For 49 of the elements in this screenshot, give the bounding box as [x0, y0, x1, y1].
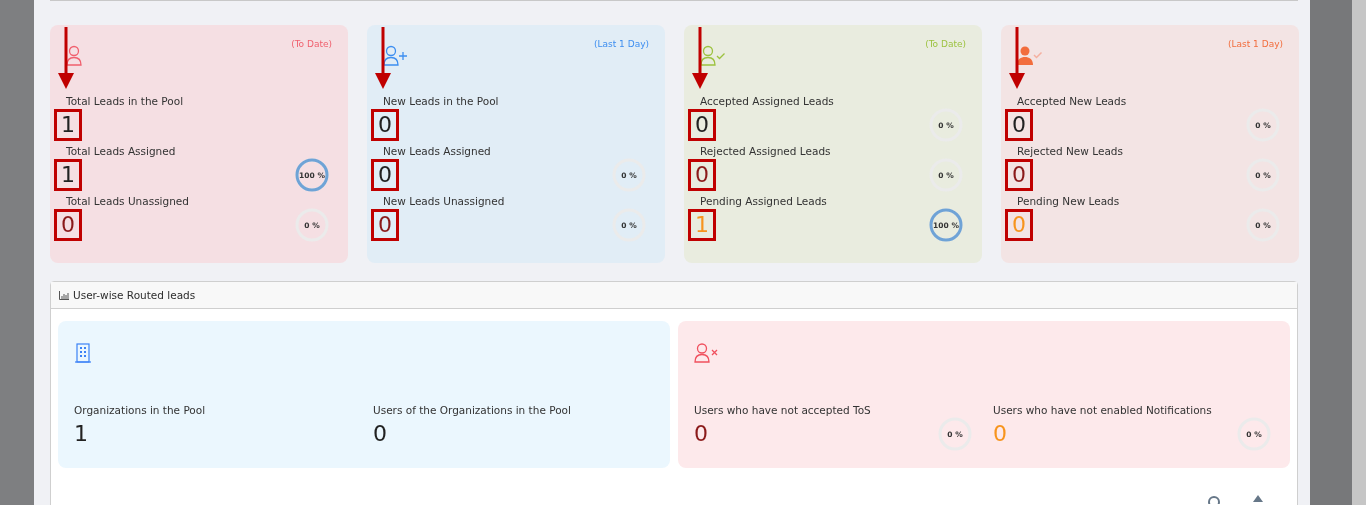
metric-label: New Leads Unassigned [383, 195, 505, 207]
metric-label: Accepted New Leads [1017, 95, 1127, 107]
annotation-arrow [58, 27, 74, 89]
metric-label: Total Leads Unassigned [66, 195, 189, 207]
metric-value: 0 [688, 159, 716, 191]
annotation-arrow [1009, 27, 1025, 89]
building-icon [74, 343, 92, 363]
period-label: (To Date) [925, 39, 966, 49]
metric-label: New Leads Assigned [383, 145, 491, 157]
metric-label: Total Leads Assigned [66, 145, 176, 157]
person-check-icon [1017, 45, 1043, 66]
annotation-arrow [692, 27, 708, 89]
metric-value: 0 [694, 420, 708, 448]
annotation-arrow [375, 27, 391, 89]
metric-value: 0 [373, 420, 387, 448]
person-x-icon [694, 343, 720, 363]
metric-value: 0 [993, 420, 1007, 448]
panel-title: User-wise Routed leads [73, 289, 196, 301]
metric-value: 1 [54, 159, 82, 191]
metric-value: 0 [1005, 159, 1033, 191]
metric-label: Users who have not accepted ToS [694, 404, 871, 416]
metric-value: 0 [54, 209, 82, 241]
period-label: (To Date) [291, 39, 332, 49]
metric-value: 0 [688, 109, 716, 141]
metric-value: 0 [371, 159, 399, 191]
metric-value: 1 [74, 420, 88, 448]
metric-label: New Leads in the Pool [383, 95, 499, 107]
period-label: (Last 1 Day) [594, 39, 649, 49]
metric-value: 0 [1005, 109, 1033, 141]
period-label: (Last 1 Day) [1228, 39, 1283, 49]
metric-label: Users of the Organizations in the Pool [373, 404, 571, 416]
metric-value: 1 [54, 109, 82, 141]
metric-label: Pending New Leads [1017, 195, 1120, 207]
metric-label: Users who have not enabled Notifications [993, 404, 1212, 416]
person-plus-icon [383, 45, 409, 66]
metric-value: 0 [371, 209, 399, 241]
metric-value: 1 [688, 209, 716, 241]
caret-up-icon[interactable] [1252, 494, 1264, 502]
metric-label: Rejected New Leads [1017, 145, 1123, 157]
metric-label: Pending Assigned Leads [700, 195, 827, 207]
metric-label: Rejected Assigned Leads [700, 145, 831, 157]
metric-label: Total Leads in the Pool [66, 95, 184, 107]
metric-label: Organizations in the Pool [74, 404, 206, 416]
metric-value: 0 [371, 109, 399, 141]
metric-label: Accepted Assigned Leads [700, 95, 834, 107]
person-check-icon [700, 45, 726, 66]
metric-value: 0 [1005, 209, 1033, 241]
bar-chart-icon [59, 290, 69, 300]
scrollbar[interactable] [1352, 0, 1366, 505]
